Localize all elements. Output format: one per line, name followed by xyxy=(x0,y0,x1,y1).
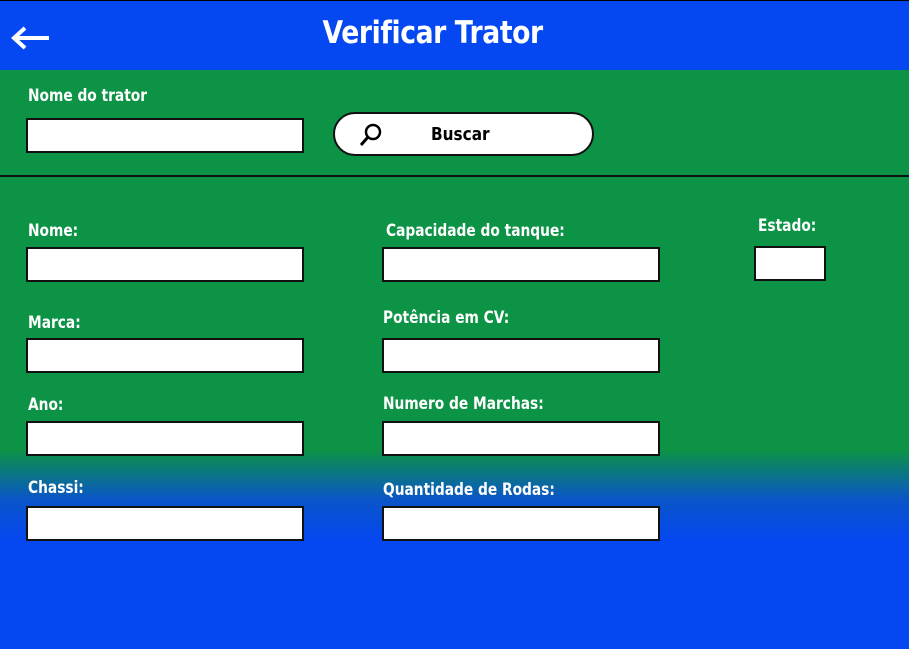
marchas-field[interactable] xyxy=(382,421,660,456)
arrow-left-icon xyxy=(11,26,49,50)
chassi-field[interactable] xyxy=(26,506,304,541)
chassi-label: Chassi: xyxy=(28,478,84,498)
search-button[interactable]: Buscar xyxy=(333,112,594,156)
marchas-label: Numero de Marchas: xyxy=(383,394,544,414)
capacidade-label: Capacidade do tanque: xyxy=(386,221,565,241)
marca-label: Marca: xyxy=(28,313,81,333)
section-divider xyxy=(0,175,909,177)
search-label: Nome do trator xyxy=(28,86,148,106)
rodas-label: Quantidade de Rodas: xyxy=(383,480,555,500)
search-button-label: Buscar xyxy=(431,124,490,145)
potencia-label: Potência em CV: xyxy=(383,308,510,328)
tractor-name-search-input[interactable] xyxy=(26,118,304,153)
back-button[interactable] xyxy=(9,25,51,51)
page-title: Verificar Trator xyxy=(322,15,544,51)
ano-field[interactable] xyxy=(26,421,304,456)
marca-field[interactable] xyxy=(26,338,304,373)
ano-label: Ano: xyxy=(28,395,64,415)
potencia-field[interactable] xyxy=(382,338,660,373)
estado-label: Estado: xyxy=(758,216,817,236)
nome-field[interactable] xyxy=(26,247,304,282)
estado-field[interactable] xyxy=(754,246,826,281)
rodas-field[interactable] xyxy=(382,506,660,541)
app-header: Verificar Trator xyxy=(0,0,909,70)
nome-label: Nome: xyxy=(28,221,79,241)
magnifier-icon xyxy=(359,123,382,146)
capacidade-field[interactable] xyxy=(382,247,660,282)
